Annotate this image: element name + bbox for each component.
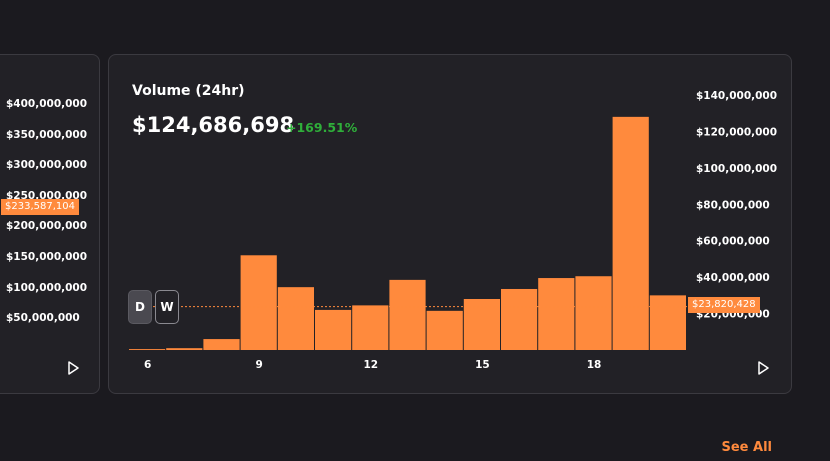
play-icon[interactable]: [66, 361, 80, 375]
current-volume-tag: $23,820,428: [688, 297, 760, 313]
bar[interactable]: [426, 310, 463, 350]
timeframe-day-button[interactable]: D: [128, 290, 152, 324]
y-tick-label: $100,000,000: [696, 163, 777, 175]
bar[interactable]: [352, 305, 389, 350]
bar[interactable]: [166, 348, 203, 350]
see-all-link[interactable]: See All: [722, 440, 773, 455]
y-tick-label: $120,000,000: [696, 126, 777, 138]
bar[interactable]: [538, 278, 575, 350]
y-tick-label: $40,000,000: [696, 272, 770, 284]
x-tick-label: 12: [363, 359, 378, 371]
y-tick-label: $200,000,000: [6, 220, 88, 233]
y-tick-label: $80,000,000: [696, 199, 770, 211]
current-price-tag: $233,587,104: [1, 199, 79, 215]
x-tick-label: 18: [587, 359, 602, 371]
y-tick-label: $300,000,000: [6, 159, 88, 172]
bar[interactable]: [575, 276, 612, 350]
volume-bar-chart: 6 9 12 15 18 $140,000,000 $120,000,000 $100,000…: [129, 90, 777, 371]
y-tick-label: $100,000,000: [6, 281, 88, 294]
y-tick-label: $400,000,000: [6, 98, 88, 110]
bar[interactable]: [129, 349, 166, 350]
volume-chart-card: Volume (24hr) $124,686,698 +169.51% 6 9 12…: [108, 54, 792, 394]
y-tick-label: $50,000,000: [6, 312, 80, 325]
price-chart-card: $400,000,000 $350,000,000 $300,000,000 $250…: [0, 54, 100, 394]
bar[interactable]: [389, 279, 426, 350]
x-tick-label: 9: [256, 359, 263, 371]
timeframe-week-button[interactable]: W: [155, 290, 179, 324]
y-tick-label: $60,000,000: [696, 236, 770, 248]
y-tick-label: $150,000,000: [6, 251, 88, 263]
bar[interactable]: [501, 288, 538, 350]
y-tick-label: $350,000,000: [6, 128, 88, 141]
play-icon[interactable]: [756, 361, 770, 375]
bar[interactable]: [203, 339, 240, 350]
x-tick-label: 15: [475, 359, 490, 371]
bar[interactable]: [240, 255, 277, 350]
bar[interactable]: [649, 295, 686, 350]
bar[interactable]: [315, 309, 352, 350]
x-tick-label: 6: [144, 359, 151, 371]
bar[interactable]: [612, 116, 649, 350]
bar[interactable]: [277, 287, 314, 350]
y-tick-label: $140,000,000: [696, 90, 777, 102]
